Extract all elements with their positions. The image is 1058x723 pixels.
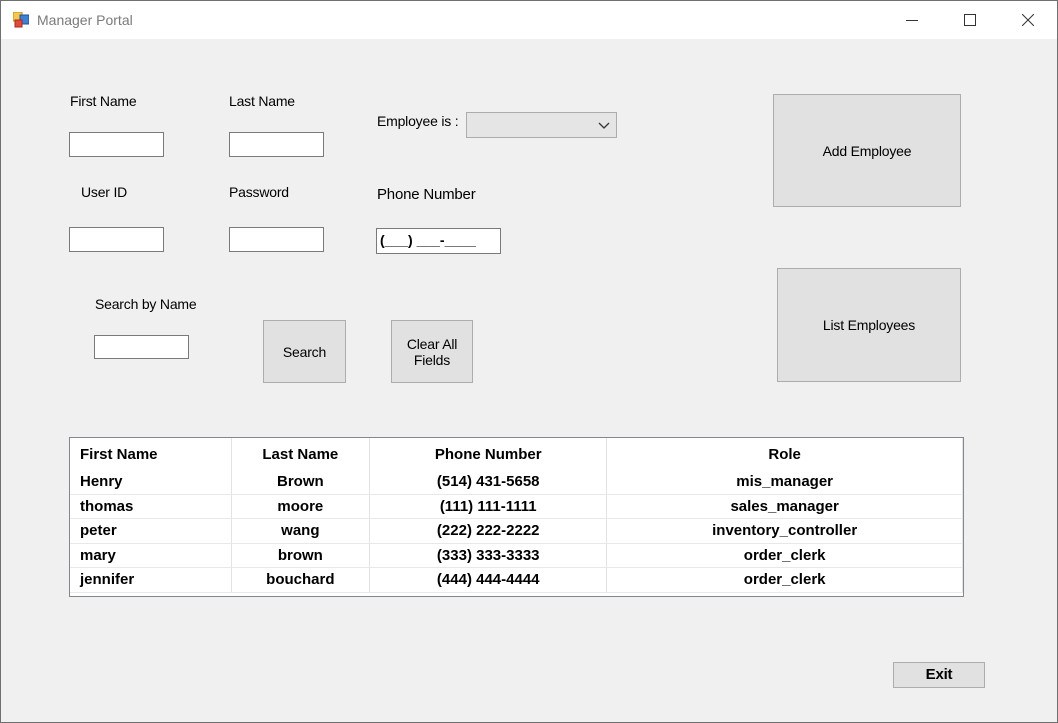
search-name-input[interactable] (94, 335, 189, 359)
table-header-row: First Name Last Name Phone Number Role (70, 438, 963, 470)
cell-last-name[interactable]: wang (231, 518, 371, 544)
close-icon (1022, 14, 1034, 26)
table-row[interactable]: Henry Brown (514) 431-5658 mis_manager (70, 470, 963, 495)
first-name-input[interactable] (69, 132, 164, 157)
minimize-button[interactable] (883, 1, 941, 39)
title-bar: Manager Portal (1, 1, 1057, 39)
clear-all-fields-button[interactable]: Clear All Fields (391, 320, 473, 383)
cell-role[interactable]: inventory_controller (606, 518, 963, 544)
column-header-first-name[interactable]: First Name (70, 438, 232, 470)
last-name-label: Last Name (229, 93, 295, 109)
user-id-input[interactable] (69, 227, 164, 252)
exit-button[interactable]: Exit (893, 662, 985, 688)
password-input[interactable] (229, 227, 324, 252)
password-label: Password (229, 184, 289, 200)
cell-role[interactable]: order_clerk (606, 543, 963, 568)
cell-role[interactable]: mis_manager (606, 470, 963, 495)
app-icon (12, 11, 30, 28)
chevron-down-icon (598, 122, 610, 129)
manager-portal-window: Manager Portal First Name Last Name Empl… (0, 0, 1058, 723)
search-by-name-label: Search by Name (95, 296, 197, 312)
clear-all-fields-label-line2: Fields (413, 351, 451, 368)
column-header-last-name[interactable]: Last Name (231, 438, 371, 470)
table-row[interactable]: jennifer bouchard (444) 444-4444 order_c… (70, 567, 963, 593)
cell-first-name[interactable]: peter (70, 518, 232, 544)
cell-phone-number[interactable]: (444) 444-4444 (369, 567, 608, 593)
cell-first-name[interactable]: Henry (70, 470, 232, 495)
employee-is-label: Employee is : (377, 113, 459, 129)
cell-first-name[interactable]: jennifer (70, 567, 232, 593)
phone-number-input[interactable]: (___) ___-____ (376, 228, 501, 254)
cell-last-name[interactable]: Brown (231, 470, 371, 495)
table-row[interactable]: peter wang (222) 222-2222 inventory_cont… (70, 518, 963, 544)
close-button[interactable] (999, 1, 1057, 39)
cell-phone-number[interactable]: (514) 431-5658 (369, 470, 608, 495)
table-row[interactable]: thomas moore (111) 111-1111 sales_manage… (70, 494, 963, 519)
search-button[interactable]: Search (263, 320, 346, 383)
cell-phone-number[interactable]: (222) 222-2222 (369, 518, 608, 544)
cell-phone-number[interactable]: (111) 111-1111 (369, 494, 608, 519)
table-row[interactable]: mary brown (333) 333-3333 order_clerk (70, 543, 963, 568)
employee-table[interactable]: First Name Last Name Phone Number Role H… (69, 437, 964, 597)
cell-last-name[interactable]: brown (231, 543, 371, 568)
cell-first-name[interactable]: mary (70, 543, 232, 568)
employee-role-dropdown[interactable] (466, 112, 617, 138)
window-title: Manager Portal (37, 12, 133, 28)
minimize-icon (906, 20, 918, 21)
cell-first-name[interactable]: thomas (70, 494, 232, 519)
cell-role[interactable]: order_clerk (606, 567, 963, 593)
last-name-input[interactable] (229, 132, 324, 157)
user-id-label: User ID (81, 184, 128, 200)
column-header-phone-number[interactable]: Phone Number (369, 438, 608, 470)
phone-number-label: Phone Number (377, 186, 476, 203)
cell-last-name[interactable]: bouchard (231, 567, 371, 593)
clear-all-fields-label-line1: Clear All (406, 335, 458, 352)
first-name-label: First Name (70, 93, 137, 109)
cell-phone-number[interactable]: (333) 333-3333 (369, 543, 608, 568)
list-employees-button[interactable]: List Employees (777, 268, 961, 382)
maximize-button[interactable] (941, 1, 999, 39)
cell-last-name[interactable]: moore (231, 494, 371, 519)
column-header-role[interactable]: Role (606, 438, 963, 470)
cell-role[interactable]: sales_manager (606, 494, 963, 519)
maximize-icon (964, 14, 976, 26)
add-employee-button[interactable]: Add Employee (773, 94, 961, 207)
